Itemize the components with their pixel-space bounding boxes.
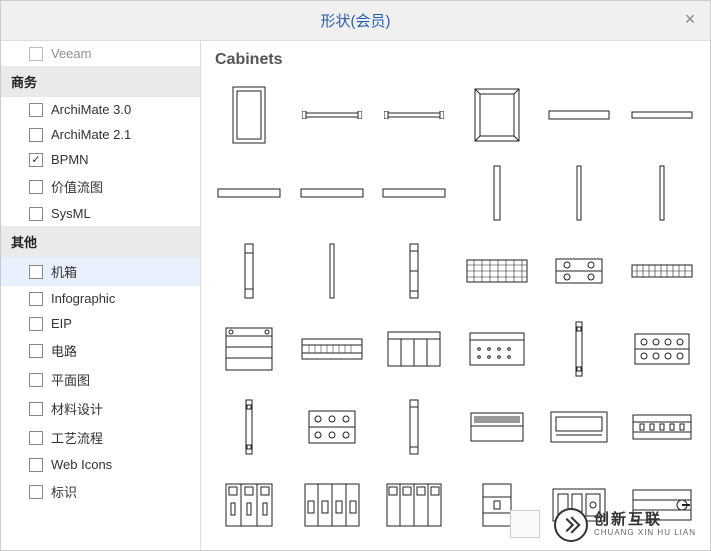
shape-rack-frame[interactable]: [459, 79, 536, 151]
shape-server-front-dots[interactable]: [459, 313, 536, 385]
sidebar-item-signs[interactable]: 标识: [1, 477, 200, 506]
shape-breaker-unit-4[interactable]: [294, 469, 371, 541]
checkbox-icon[interactable]: [29, 344, 43, 358]
shape-rack-rail-short2[interactable]: [376, 79, 453, 151]
sidebar-item-label: ArchiMate 2.1: [51, 127, 131, 142]
shape-rack-rail-short[interactable]: [294, 79, 371, 151]
sidebar-item-label: 电路: [51, 341, 77, 360]
sidebar-item-label: 标识: [51, 482, 77, 501]
brand-pinyin: CHUANG XIN HU LIAN: [594, 529, 696, 538]
sidebar-item-material[interactable]: 材料设计: [1, 394, 200, 423]
sidebar-item-veeam[interactable]: Veeam: [1, 41, 200, 66]
sidebar-item-label: 平面图: [51, 370, 90, 389]
shape-grid[interactable]: [201, 75, 710, 550]
sidebar[interactable]: Veeam 商务 ArchiMate 3.0 ArchiMate 2.1 BPM…: [1, 41, 201, 550]
checkbox-icon[interactable]: [29, 317, 43, 331]
shapes-header: Cabinets: [201, 41, 710, 75]
sidebar-item-webicons[interactable]: Web Icons: [1, 452, 200, 477]
sidebar-item-label: 材料设计: [51, 399, 103, 418]
shape-2u-circles[interactable]: [541, 235, 618, 307]
shape-switch-2row[interactable]: [294, 313, 371, 385]
brand-cn: 创新互联: [594, 512, 696, 529]
sidebar-item-label: ArchiMate 3.0: [51, 102, 131, 117]
shape-vertical-strut[interactable]: [459, 157, 536, 229]
sidebar-item-valuestream[interactable]: 价值流图: [1, 172, 200, 201]
close-button[interactable]: ×: [680, 9, 700, 29]
checkbox-icon[interactable]: [29, 265, 43, 279]
shapes-dialog: 形状(会员) × Veeam 商务 ArchiMate 3.0 ArchiMat…: [0, 0, 711, 551]
checkbox-icon[interactable]: [29, 207, 43, 221]
shape-vertical-strut-thin[interactable]: [541, 157, 618, 229]
shape-4bay-server[interactable]: [376, 313, 453, 385]
brand-logo-text: 创新互联 CHUANG XIN HU LIAN: [594, 512, 696, 537]
sidebar-item-floorplan[interactable]: 平面图: [1, 365, 200, 394]
brand-logo-icon: [554, 508, 588, 542]
sidebar-item-label: SysML: [51, 206, 91, 221]
sidebar-item-circuit[interactable]: 电路: [1, 336, 200, 365]
dialog-body: Veeam 商务 ArchiMate 3.0 ArchiMate 2.1 BPM…: [1, 41, 710, 550]
shape-patch-panel[interactable]: [624, 235, 701, 307]
sidebar-item-label: BPMN: [51, 152, 89, 167]
sidebar-item-cabinets[interactable]: 机箱: [1, 257, 200, 286]
sidebar-item-label: Web Icons: [51, 457, 112, 472]
sidebar-item-infographic[interactable]: Infographic: [1, 286, 200, 311]
shape-panel-3[interactable]: [376, 157, 453, 229]
checkbox-icon[interactable]: [29, 153, 43, 167]
sidebar-item-sysml[interactable]: SysML: [1, 201, 200, 226]
checkbox-icon[interactable]: [29, 128, 43, 142]
sidebar-item-archimate3[interactable]: ArchiMate 3.0: [1, 97, 200, 122]
checkbox-icon[interactable]: [29, 458, 43, 472]
sidebar-item-label: 机箱: [51, 262, 77, 281]
checkbox-icon[interactable]: [29, 180, 43, 194]
sidebar-item-label: Infographic: [51, 291, 115, 306]
shape-open-cabinet[interactable]: [211, 79, 288, 151]
shape-vertical-strip-2[interactable]: [211, 391, 288, 463]
checkbox-icon[interactable]: [29, 431, 43, 445]
category-header-business: 商务: [1, 66, 200, 97]
shape-3u-stacked[interactable]: [211, 313, 288, 385]
sidebar-item-label: 价值流图: [51, 177, 103, 196]
shape-vertical-strip[interactable]: [541, 313, 618, 385]
sidebar-item-label: 工艺流程: [51, 428, 103, 447]
dialog-title: 形状(会员): [321, 10, 391, 31]
checkbox-icon[interactable]: [29, 402, 43, 416]
main-panel: Cabinets: [201, 41, 710, 550]
checkbox-icon[interactable]: [29, 47, 43, 61]
shape-vertical-slim[interactable]: [294, 235, 371, 307]
shape-vertical-strut-thin2[interactable]: [624, 157, 701, 229]
sidebar-item-archimate21[interactable]: ArchiMate 2.1: [1, 122, 200, 147]
sidebar-item-label: EIP: [51, 316, 72, 331]
shape-switch-panel-dense[interactable]: [459, 235, 536, 307]
checkbox-icon[interactable]: [29, 103, 43, 117]
sidebar-item-process[interactable]: 工艺流程: [1, 423, 200, 452]
shape-breaker-unit-4b[interactable]: [376, 469, 453, 541]
shape-6circle-panel[interactable]: [294, 391, 371, 463]
title-bar: 形状(会员) ×: [1, 1, 710, 41]
close-icon: ×: [685, 9, 696, 30]
checkbox-icon[interactable]: [29, 292, 43, 306]
apply-button[interactable]: [510, 510, 540, 538]
checkbox-icon[interactable]: [29, 373, 43, 387]
sidebar-item-eip[interactable]: EIP: [1, 311, 200, 336]
sidebar-item-label: Veeam: [51, 46, 91, 61]
brand-logo: 创新互联 CHUANG XIN HU LIAN: [554, 508, 696, 542]
shape-panel-2[interactable]: [294, 157, 371, 229]
shape-server-breaker-row[interactable]: [624, 391, 701, 463]
shape-vertical-pdu-segmented[interactable]: [376, 235, 453, 307]
shape-2row-circles[interactable]: [624, 313, 701, 385]
shape-server-grid-top[interactable]: [459, 391, 536, 463]
shape-vertical-pdu-2[interactable]: [376, 391, 453, 463]
shape-rack-unit-1u[interactable]: [541, 79, 618, 151]
checkbox-icon[interactable]: [29, 485, 43, 499]
shape-vertical-pdu[interactable]: [211, 235, 288, 307]
category-header-other: 其他: [1, 226, 200, 257]
shape-rack-unit-slim[interactable]: [624, 79, 701, 151]
shape-panel-1[interactable]: [211, 157, 288, 229]
shape-server-window[interactable]: [541, 391, 618, 463]
sidebar-item-bpmn[interactable]: BPMN: [1, 147, 200, 172]
shape-breaker-unit-3[interactable]: [211, 469, 288, 541]
